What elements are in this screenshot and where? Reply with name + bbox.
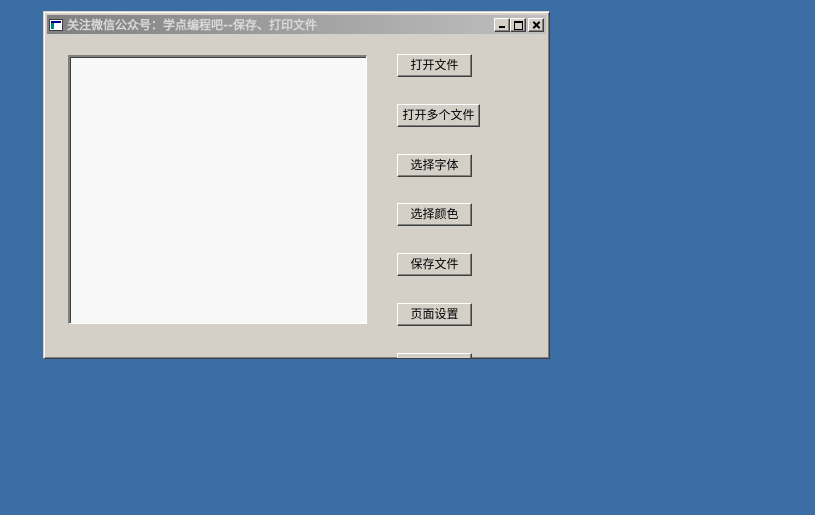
window-title: 关注微信公众号：学点编程吧--保存、打印文件: [67, 18, 317, 32]
clipped-button[interactable]: [397, 353, 472, 358]
minimize-icon[interactable]: [494, 17, 510, 32]
title-bar[interactable]: 关注微信公众号：学点编程吧--保存、打印文件: [47, 15, 546, 34]
maximize-icon[interactable]: [510, 17, 526, 32]
choose-font-button[interactable]: 选择字体: [397, 154, 472, 177]
close-icon[interactable]: [528, 17, 544, 32]
main-window: 关注微信公众号：学点编程吧--保存、打印文件 打开文件 打开多个文件 选择字体 …: [43, 11, 550, 359]
text-edit-area[interactable]: [68, 55, 367, 324]
choose-color-button[interactable]: 选择颜色: [397, 203, 472, 226]
page-setup-button[interactable]: 页面设置: [397, 303, 472, 326]
save-file-button[interactable]: 保存文件: [397, 253, 472, 276]
open-multiple-files-button[interactable]: 打开多个文件: [397, 104, 480, 127]
app-window-icon[interactable]: [49, 18, 63, 31]
open-file-button[interactable]: 打开文件: [397, 54, 472, 77]
